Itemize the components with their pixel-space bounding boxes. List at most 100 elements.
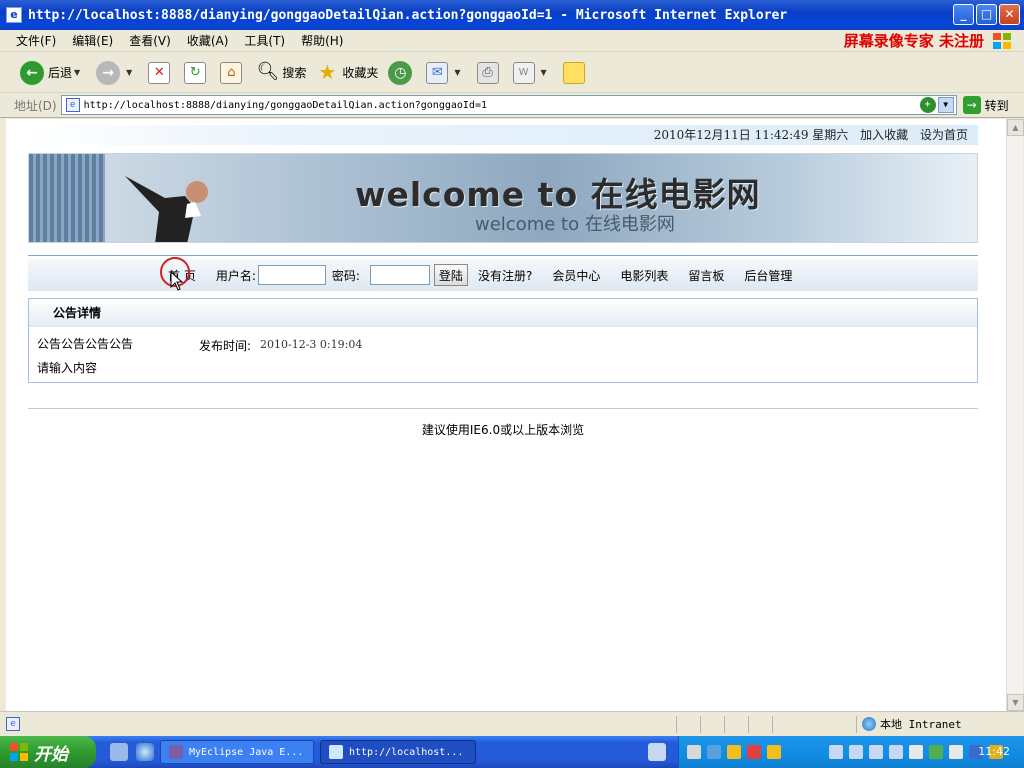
task-myeclipse-label: MyEclipse Java E...	[189, 746, 304, 758]
task-myeclipse[interactable]: MyEclipse Java E...	[160, 740, 314, 764]
start-button[interactable]: 开始	[0, 736, 96, 768]
window-titlebar[interactable]: e http://localhost:8888/dianying/gonggao…	[0, 0, 1024, 30]
page-status-icon: e	[6, 717, 20, 731]
forward-button[interactable]: → ▼	[96, 60, 138, 85]
edit-dropdown-icon[interactable]: ▼	[541, 68, 547, 77]
ie-launch-icon[interactable]	[136, 743, 154, 761]
recorder-watermark: 屏幕录像专家 未注册	[843, 32, 984, 50]
keyboard-icon[interactable]	[648, 743, 666, 761]
address-url: http://localhost:8888/dianying/gonggaoDe…	[83, 99, 487, 111]
system-tray: 11:42	[678, 736, 1024, 768]
back-arrow-icon: ←	[20, 60, 44, 85]
status-bar: e 本地 Intranet	[0, 711, 1024, 736]
browser-toolbar: ← 后退 ▼ → ▼ ✕ ↻ ⌂ 🔍︎ 搜索 ★ 收藏夹 ◷ ✉ ▼ ⎙ W ▼	[0, 53, 1024, 93]
notice-header: 公告详情	[29, 299, 977, 327]
notice-panel: 公告详情 公告公告公告公告 发布时间: 2010-12-3 0:19:04 请输…	[28, 298, 978, 383]
refresh-icon: ↻	[184, 61, 207, 84]
nav-divider	[28, 255, 978, 256]
stop-button[interactable]: ✕	[148, 61, 174, 84]
maximize-button[interactable]: □	[976, 4, 997, 25]
set-home-link[interactable]: 设为首页	[920, 128, 968, 142]
menu-favorites[interactable]: 收藏(A)	[187, 32, 229, 49]
minimize-button[interactable]: _	[953, 4, 974, 25]
qq-icon[interactable]	[767, 745, 781, 759]
top-info-bar: 2010年12月11日 11:42:49 星期六 加入收藏 设为首页	[28, 125, 978, 145]
menu-edit[interactable]: 编辑(E)	[72, 32, 113, 49]
ie-task-icon	[329, 745, 343, 759]
sticky-note-icon	[562, 61, 585, 84]
register-link[interactable]: 没有注册?	[478, 267, 532, 284]
address-input[interactable]: e http://localhost:8888/dianying/gonggao…	[60, 95, 957, 115]
tray-tool-icon[interactable]	[929, 745, 943, 759]
menu-view[interactable]: 查看(V)	[129, 32, 171, 49]
forward-dropdown-icon[interactable]: ▼	[126, 68, 132, 77]
person-image	[125, 176, 208, 242]
member-center-link[interactable]: 会员中心	[552, 267, 600, 284]
scroll-down-icon[interactable]: ▼	[1007, 694, 1024, 711]
refresh-button[interactable]: ↻	[184, 61, 210, 84]
tray-network-icon[interactable]	[707, 745, 721, 759]
notes-button[interactable]	[562, 61, 589, 84]
back-button[interactable]: ← 后退 ▼	[20, 60, 86, 85]
mail-button[interactable]: ✉ ▼	[426, 61, 466, 84]
chevron-down-icon[interactable]: ▼	[937, 97, 954, 113]
word-icon: W	[512, 61, 535, 84]
mail-dropdown-icon[interactable]: ▼	[454, 68, 460, 77]
network-icon[interactable]	[869, 745, 883, 759]
footer-text: 建议使用IE6.0或以上版本浏览	[421, 423, 585, 437]
globe-icon	[862, 717, 876, 731]
menu-file[interactable]: 文件(F)	[16, 32, 56, 49]
status-divider	[724, 716, 725, 733]
tray-tool-icon[interactable]	[949, 745, 963, 759]
network-icon[interactable]	[829, 745, 843, 759]
security-zone: 本地 Intranet	[862, 716, 962, 732]
qq-icon[interactable]	[747, 745, 761, 759]
network-icon[interactable]	[889, 745, 903, 759]
search-button[interactable]: 🔍︎ 搜索	[256, 61, 307, 84]
scroll-up-icon[interactable]: ▲	[1007, 119, 1024, 136]
favorites-button[interactable]: ★ 收藏夹	[316, 62, 378, 84]
status-divider	[700, 716, 701, 733]
admin-link[interactable]: 后台管理	[744, 267, 792, 284]
guestbook-link[interactable]: 留言板	[688, 267, 724, 284]
close-button[interactable]: ✕	[999, 4, 1020, 25]
publish-time-label: 发布时间:	[199, 339, 252, 353]
mouse-cursor-icon	[170, 270, 184, 291]
windows-flag-icon	[10, 743, 28, 761]
back-dropdown-icon[interactable]: ▼	[74, 68, 80, 77]
add-favorite-link[interactable]: 加入收藏	[860, 128, 908, 142]
tray-tool-icon[interactable]	[909, 745, 923, 759]
username-label: 用户名:	[215, 268, 256, 283]
site-banner: welcome to 在线电影网 welcome to 在线电影网	[28, 153, 978, 243]
login-button[interactable]: 登陆	[433, 264, 468, 286]
history-button[interactable]: ◷	[388, 60, 416, 85]
menu-tools[interactable]: 工具(T)	[244, 32, 285, 49]
edit-button[interactable]: W ▼	[512, 61, 553, 84]
task-ie-label: http://localhost...	[349, 746, 464, 758]
print-button[interactable]: ⎙	[476, 61, 503, 84]
windows-flag-icon	[993, 33, 1011, 49]
task-ie-window[interactable]: http://localhost...	[320, 740, 476, 764]
printer-icon: ⎙	[476, 61, 499, 84]
start-label: 开始	[34, 744, 68, 765]
stop-icon: ✕	[148, 61, 171, 84]
show-desktop-icon[interactable]	[110, 743, 128, 761]
site-nav: 首 页 用户名: 密码: 登陆 没有注册? 会员中心 电影列表 留言板 后台管理	[28, 256, 978, 291]
vertical-scrollbar[interactable]: ▲ ▼	[1006, 119, 1024, 711]
address-bar: 地址(D) e http://localhost:8888/dianying/g…	[0, 93, 1024, 118]
mail-icon: ✉	[426, 61, 449, 84]
menu-help[interactable]: 帮助(H)	[301, 32, 343, 49]
qq-icon[interactable]	[727, 745, 741, 759]
notice-content: 请输入内容	[37, 361, 98, 375]
search-label: 搜索	[282, 66, 307, 80]
home-icon: ⌂	[220, 61, 243, 84]
username-input[interactable]	[257, 265, 326, 285]
password-input[interactable]	[369, 265, 430, 285]
publish-time-value: 2010-12-3 0:19:04	[260, 338, 363, 351]
tray-app-icon[interactable]	[687, 745, 701, 759]
movie-list-link[interactable]: 电影列表	[620, 267, 668, 284]
home-button[interactable]: ⌂	[220, 61, 246, 84]
network-icon[interactable]	[849, 745, 863, 759]
nav-home-link[interactable]: 首 页	[160, 256, 196, 291]
go-button[interactable]: → 转到	[962, 96, 1009, 114]
